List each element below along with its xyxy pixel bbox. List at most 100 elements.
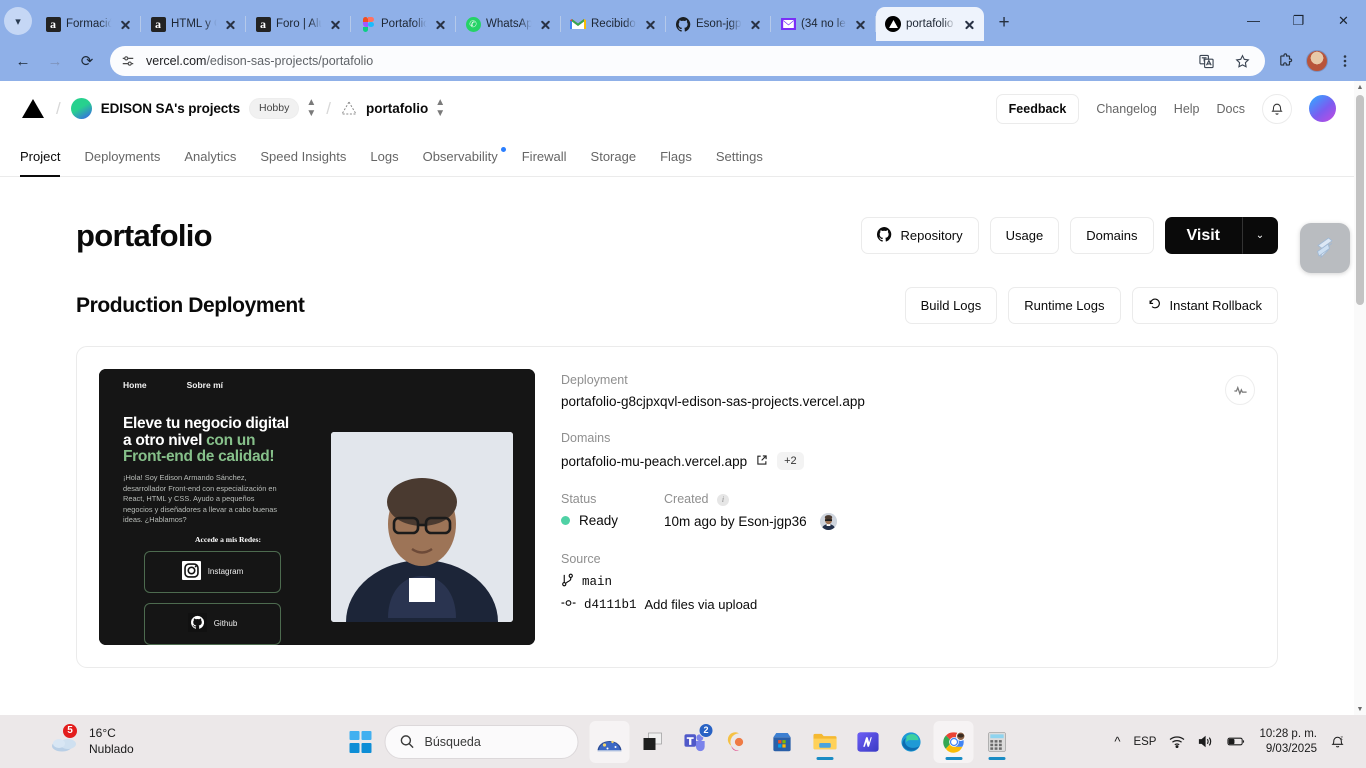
nav-tab-deployments[interactable]: Deployments — [72, 149, 172, 176]
scroll-down-arrow-icon[interactable]: ▼ — [1354, 703, 1366, 715]
task-view-icon — [643, 732, 662, 750]
battery-icon[interactable] — [1227, 736, 1246, 747]
domains-button[interactable]: Domains — [1070, 217, 1154, 254]
taskbar-search-box[interactable]: Búsqueda — [384, 724, 579, 759]
tab-close-icon[interactable] — [433, 16, 449, 32]
vercel-triangle-logo[interactable] — [20, 98, 46, 120]
close-window-button[interactable]: ✕ — [1321, 0, 1366, 41]
domain-more-badge[interactable]: +2 — [777, 452, 804, 470]
info-icon[interactable]: i — [717, 493, 729, 506]
wifi-icon[interactable] — [1169, 735, 1185, 748]
taskbar-app-microsoft-store[interactable] — [762, 721, 802, 763]
instant-rollback-button[interactable]: Instant Rollback — [1131, 287, 1278, 324]
back-button[interactable]: ← — [8, 46, 38, 76]
windows-start-button[interactable] — [349, 730, 372, 753]
taskbar-app-calculator[interactable] — [977, 721, 1017, 763]
taskbar-app-google-chrome[interactable] — [933, 720, 974, 763]
taskbar-app-task-view[interactable] — [633, 721, 673, 763]
nav-tab-project[interactable]: Project — [20, 149, 72, 177]
tab-close-icon[interactable] — [538, 16, 554, 32]
tab-close-icon[interactable] — [962, 16, 978, 32]
nav-tab-observability[interactable]: Observability — [411, 147, 510, 176]
user-avatar[interactable] — [1309, 95, 1336, 122]
usage-button[interactable]: Usage — [989, 217, 1060, 254]
forward-button[interactable]: → — [40, 46, 70, 76]
deployment-url[interactable]: portafolio-g8cjpxqvl-edison-sas-projects… — [561, 394, 1255, 409]
breadcrumb-team[interactable]: EDISON SA's projects — [101, 101, 240, 116]
page-scrollbar[interactable]: ▲ ▼ — [1354, 81, 1366, 715]
scroll-up-arrow-icon[interactable]: ▲ — [1354, 81, 1366, 93]
browser-tab-3[interactable]: Portafolio — [351, 7, 455, 41]
address-bar[interactable]: vercel.com/edison-sas-projects/portafoli… — [110, 46, 1265, 76]
taskbar-app-copilot-weather-app[interactable] — [589, 720, 630, 763]
commit-hash[interactable]: d4111b1 — [584, 598, 637, 612]
taskbar-weather-widget[interactable]: 5 16°C Nublado — [8, 722, 134, 757]
scrollbar-thumb[interactable] — [1356, 95, 1364, 305]
reload-button[interactable]: ⟳ — [72, 46, 102, 76]
bell-icon[interactable] — [1262, 93, 1292, 124]
profile-avatar[interactable] — [1304, 48, 1330, 74]
browser-tab-7[interactable]: (34 no leí — [771, 7, 875, 41]
git-branch-icon — [561, 573, 574, 591]
translate-icon[interactable] — [1193, 48, 1219, 74]
browser-tab-5[interactable]: Recibidos — [561, 7, 665, 41]
browser-tab-2[interactable]: a Foro | Alu — [246, 7, 350, 41]
tab-close-icon[interactable] — [223, 16, 239, 32]
breadcrumb-project[interactable]: portafolio — [366, 101, 428, 116]
browser-tab-1[interactable]: a HTML y C — [141, 7, 245, 41]
bookmark-star-icon[interactable] — [1229, 48, 1255, 74]
taskbar-app-microsoft-teams[interactable]: 2 — [676, 721, 716, 763]
activity-pulse-icon[interactable] — [1225, 375, 1255, 405]
speaker-icon[interactable] — [1198, 735, 1214, 748]
side-panel-extension-icon[interactable] — [1300, 223, 1350, 273]
tab-search-button[interactable]: ▾ — [4, 7, 32, 35]
changelog-link[interactable]: Changelog — [1096, 102, 1156, 116]
tray-chevron-up-icon[interactable]: ^ — [1114, 734, 1120, 749]
kebab-menu-icon[interactable] — [1332, 48, 1358, 74]
maximize-button[interactable]: ❐ — [1276, 0, 1321, 41]
repository-button[interactable]: Repository — [861, 217, 979, 254]
nav-tab-flags[interactable]: Flags — [648, 149, 704, 176]
visit-button[interactable]: Visit — [1164, 217, 1242, 254]
nav-tab-analytics[interactable]: Analytics — [172, 149, 248, 176]
minimize-button[interactable]: — — [1231, 0, 1276, 41]
source-branch[interactable]: main — [582, 575, 612, 589]
plan-badge: Hobby — [248, 98, 300, 119]
browser-tab-0[interactable]: a Formación — [36, 7, 140, 41]
nav-tab-settings[interactable]: Settings — [704, 149, 775, 176]
nav-tab-firewall[interactable]: Firewall — [510, 149, 579, 176]
deployment-preview-thumbnail[interactable]: Home Sobre mí Eleve tu negocio digital a… — [99, 369, 535, 645]
visit-dropdown-chevron-icon[interactable]: ⌄ — [1242, 217, 1278, 254]
nav-tab-storage[interactable]: Storage — [579, 149, 649, 176]
browser-tab-4[interactable]: ✆ WhatsApp — [456, 7, 560, 41]
browser-tab-8-active[interactable]: portafolio — [876, 7, 984, 41]
domain-primary[interactable]: portafolio-mu-peach.vercel.app — [561, 454, 747, 469]
taskbar-app-movie-maker[interactable] — [848, 721, 888, 763]
language-indicator[interactable]: ESP — [1133, 736, 1156, 748]
docs-link[interactable]: Docs — [1217, 102, 1245, 116]
tab-close-icon[interactable] — [118, 16, 134, 32]
preview-site: Home Sobre mí Eleve tu negocio digital a… — [99, 369, 535, 645]
team-switcher-chevron-icon[interactable]: ▲ ▼ — [306, 98, 316, 119]
tab-close-icon[interactable] — [643, 16, 659, 32]
new-tab-button[interactable]: + — [990, 9, 1018, 37]
project-switcher-chevron-icon[interactable]: ▲ ▼ — [435, 98, 445, 119]
taskbar-app-microsoft-edge[interactable] — [891, 721, 931, 763]
tab-close-icon[interactable] — [748, 16, 764, 32]
help-link[interactable]: Help — [1174, 102, 1200, 116]
bell-sleep-icon[interactable]: z — [1330, 734, 1346, 749]
taskbar-app-file-explorer[interactable] — [805, 721, 845, 763]
feedback-button[interactable]: Feedback — [995, 93, 1080, 124]
external-link-icon[interactable] — [756, 454, 768, 469]
runtime-logs-button[interactable]: Runtime Logs — [1008, 287, 1121, 324]
tab-close-icon[interactable] — [328, 16, 344, 32]
nav-tab-logs[interactable]: Logs — [358, 149, 410, 176]
build-logs-button[interactable]: Build Logs — [904, 287, 998, 324]
extensions-puzzle-icon[interactable] — [1273, 48, 1299, 74]
tune-icon[interactable] — [118, 51, 138, 71]
taskbar-app-microsoft-365[interactable] — [719, 721, 759, 763]
nav-tab-speed-insights[interactable]: Speed Insights — [248, 149, 358, 176]
browser-tab-6[interactable]: Eson-jgp3 — [666, 7, 770, 41]
tab-close-icon[interactable] — [853, 16, 869, 32]
taskbar-clock[interactable]: 10:28 p. m. 9/03/2025 — [1259, 727, 1317, 757]
